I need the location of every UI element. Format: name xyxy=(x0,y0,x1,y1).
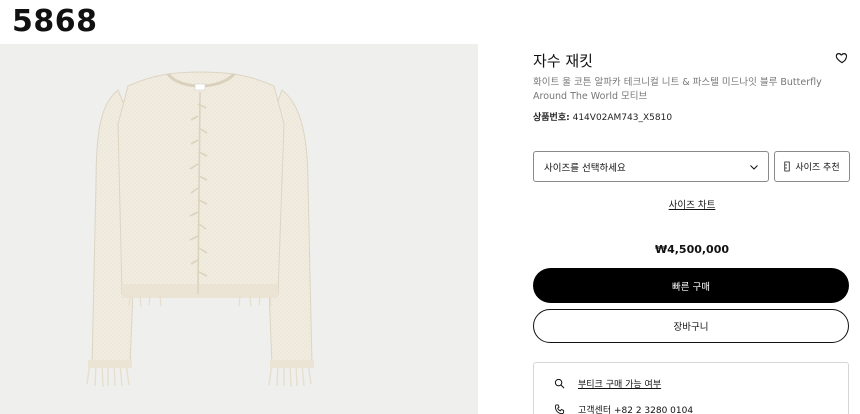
size-recommend-label: 사이즈 추천 xyxy=(795,163,840,173)
customer-center-row[interactable]: 고객센터 +82 2 3280 0104 xyxy=(554,403,693,414)
size-select-placeholder: 사이즈를 선택하세요 xyxy=(544,162,626,174)
buy-now-button[interactable]: 빠른 구매 xyxy=(533,268,849,303)
ruler-icon xyxy=(784,161,790,172)
boutique-availability-row[interactable]: 부티크 구매 가능 여부 xyxy=(554,377,661,390)
add-to-cart-button[interactable]: 장바구니 xyxy=(533,309,849,343)
product-description: 화이트 울 코튼 알파카 테크니컬 니트 & 파스텔 미드나잇 블루 Butte… xyxy=(533,77,822,102)
chevron-down-icon xyxy=(750,165,758,170)
product-title: 자수 재킷 xyxy=(533,52,593,70)
heart-icon[interactable] xyxy=(835,51,849,65)
size-chart-link[interactable]: 사이즈 차트 xyxy=(533,197,851,211)
product-image[interactable] xyxy=(0,44,478,414)
sku-label: 상품번호: xyxy=(533,113,570,123)
search-icon xyxy=(554,378,565,389)
product-sku: 상품번호: 414V02AM743_X5810 xyxy=(533,110,672,123)
sku-value: 414V02AM743_X5810 xyxy=(572,113,673,123)
size-select[interactable]: 사이즈를 선택하세요 xyxy=(533,151,769,182)
services-box: 부티크 구매 가능 여부 고객센터 +82 2 3280 0104 xyxy=(533,362,849,414)
boutique-availability-link[interactable]: 부티크 구매 가능 여부 xyxy=(578,377,661,390)
listing-code: 5868 xyxy=(12,4,98,39)
customer-center-link[interactable]: 고객센터 +82 2 3280 0104 xyxy=(578,403,693,414)
cardigan-illustration xyxy=(86,71,314,388)
product-price: ₩4,500,000 xyxy=(654,243,730,256)
size-recommend-button[interactable]: 사이즈 추천 xyxy=(774,151,850,182)
phone-icon xyxy=(554,404,565,414)
